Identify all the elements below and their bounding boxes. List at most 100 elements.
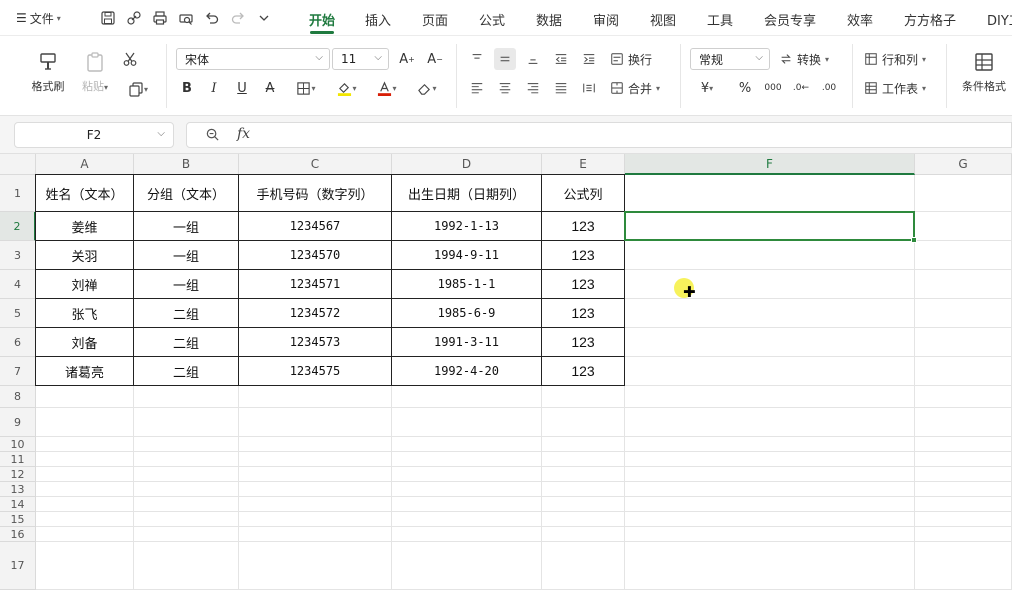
cell-G17[interactable] xyxy=(915,542,1012,590)
cell-B8[interactable] xyxy=(134,386,239,408)
cell-D3[interactable]: 1994-9-11 xyxy=(392,241,542,270)
file-menu[interactable]: ☰ 文件 ▾ xyxy=(16,9,61,27)
tab-fangfang[interactable]: 方方格子 xyxy=(904,10,956,29)
column-header-E[interactable]: E xyxy=(542,154,625,175)
tab-review[interactable]: 审阅 xyxy=(593,10,619,29)
cell-G12[interactable] xyxy=(915,467,1012,482)
tab-diy[interactable]: DIY工 xyxy=(987,10,1012,29)
cell-E1[interactable]: 公式列 xyxy=(542,175,625,212)
row-header-2[interactable]: 2 xyxy=(0,212,36,241)
cell-B11[interactable] xyxy=(134,452,239,467)
tab-tools[interactable]: 工具 xyxy=(707,10,733,29)
cell-B15[interactable] xyxy=(134,512,239,527)
cell-A16[interactable] xyxy=(36,527,134,542)
cell-E7[interactable]: 123 xyxy=(542,357,625,386)
cell-D10[interactable] xyxy=(392,437,542,452)
clear-format-button[interactable]: ▾ xyxy=(410,77,444,99)
cell-C11[interactable] xyxy=(239,452,392,467)
cell-E15[interactable] xyxy=(542,512,625,527)
cell-B14[interactable] xyxy=(134,497,239,512)
justify-icon[interactable] xyxy=(550,77,572,99)
cell-A6[interactable]: 刘备 xyxy=(36,328,134,357)
cell-C6[interactable]: 1234573 xyxy=(239,328,392,357)
cell-C13[interactable] xyxy=(239,482,392,497)
cell-D9[interactable] xyxy=(392,408,542,437)
cell-F1[interactable] xyxy=(625,175,915,212)
column-header-G[interactable]: G xyxy=(915,154,1012,175)
cell-D16[interactable] xyxy=(392,527,542,542)
chevron-down-icon[interactable] xyxy=(254,8,274,28)
cell-G8[interactable] xyxy=(915,386,1012,408)
redo-icon[interactable] xyxy=(228,8,248,28)
cell-B5[interactable]: 二组 xyxy=(134,299,239,328)
wrap-text-button[interactable]: 换行 xyxy=(610,48,652,70)
row-header-8[interactable]: 8 xyxy=(0,386,36,408)
row-header-15[interactable]: 15 xyxy=(0,512,36,527)
undo-icon[interactable] xyxy=(202,8,222,28)
cell-C2[interactable]: 1234567 xyxy=(239,212,392,241)
cell-A7[interactable]: 诸葛亮 xyxy=(36,357,134,386)
distribute-icon[interactable] xyxy=(578,77,600,99)
tab-data[interactable]: 数据 xyxy=(536,10,562,29)
cell-C12[interactable] xyxy=(239,467,392,482)
cell-D13[interactable] xyxy=(392,482,542,497)
cell-B17[interactable] xyxy=(134,542,239,590)
decrease-font-icon[interactable]: A − xyxy=(424,48,446,70)
row-header-16[interactable]: 16 xyxy=(0,527,36,542)
cell-A11[interactable] xyxy=(36,452,134,467)
tab-member[interactable]: 会员专享 xyxy=(764,10,816,29)
align-right-icon[interactable] xyxy=(522,77,544,99)
cell-E17[interactable] xyxy=(542,542,625,590)
cell-A9[interactable] xyxy=(36,408,134,437)
cell-B10[interactable] xyxy=(134,437,239,452)
rows-cols-button[interactable]: 行和列 ▾ xyxy=(864,48,926,70)
zoom-icon[interactable] xyxy=(205,127,220,146)
formula-input[interactable]: fx xyxy=(186,122,1012,148)
cell-A10[interactable] xyxy=(36,437,134,452)
print-preview-icon[interactable] xyxy=(176,8,196,28)
increase-indent-icon[interactable] xyxy=(578,48,600,70)
cell-F14[interactable] xyxy=(625,497,915,512)
tab-formula[interactable]: 公式 xyxy=(479,10,505,29)
cell-E8[interactable] xyxy=(542,386,625,408)
cell-D1[interactable]: 出生日期（日期列） xyxy=(392,175,542,212)
conditional-format-button[interactable]: 条件格式 xyxy=(956,50,1012,94)
cell-D4[interactable]: 1985-1-1 xyxy=(392,270,542,299)
decrease-decimal-icon[interactable]: .00 xyxy=(818,77,840,99)
row-header-7[interactable]: 7 xyxy=(0,357,36,386)
row-header-6[interactable]: 6 xyxy=(0,328,36,357)
cell-C8[interactable] xyxy=(239,386,392,408)
cell-G9[interactable] xyxy=(915,408,1012,437)
cell-E5[interactable]: 123 xyxy=(542,299,625,328)
strikethrough-icon[interactable]: A xyxy=(259,77,281,99)
cell-G2[interactable] xyxy=(915,212,1012,241)
save-icon[interactable] xyxy=(98,8,118,28)
align-bottom-icon[interactable] xyxy=(522,48,544,70)
cell-B6[interactable]: 二组 xyxy=(134,328,239,357)
cell-A17[interactable] xyxy=(36,542,134,590)
cell-C15[interactable] xyxy=(239,512,392,527)
cell-E3[interactable]: 123 xyxy=(542,241,625,270)
cell-E6[interactable]: 123 xyxy=(542,328,625,357)
cell-B7[interactable]: 二组 xyxy=(134,357,239,386)
cell-F6[interactable] xyxy=(625,328,915,357)
cell-F17[interactable] xyxy=(625,542,915,590)
cell-A3[interactable]: 关羽 xyxy=(36,241,134,270)
cell-A5[interactable]: 张飞 xyxy=(36,299,134,328)
cell-G3[interactable] xyxy=(915,241,1012,270)
tab-page[interactable]: 页面 xyxy=(422,10,448,29)
thousands-icon[interactable]: 000 xyxy=(762,77,784,99)
cell-G13[interactable] xyxy=(915,482,1012,497)
cell-B3[interactable]: 一组 xyxy=(134,241,239,270)
row-header-9[interactable]: 9 xyxy=(0,408,36,437)
cell-C1[interactable]: 手机号码（数字列） xyxy=(239,175,392,212)
cell-F8[interactable] xyxy=(625,386,915,408)
cell-F13[interactable] xyxy=(625,482,915,497)
increase-font-icon[interactable]: A + xyxy=(396,48,418,70)
row-header-5[interactable]: 5 xyxy=(0,299,36,328)
cell-E14[interactable] xyxy=(542,497,625,512)
underline-icon[interactable]: U xyxy=(231,77,253,99)
row-header-1[interactable]: 1 xyxy=(0,175,36,212)
cell-E4[interactable]: 123 xyxy=(542,270,625,299)
column-header-F[interactable]: F xyxy=(625,154,915,175)
